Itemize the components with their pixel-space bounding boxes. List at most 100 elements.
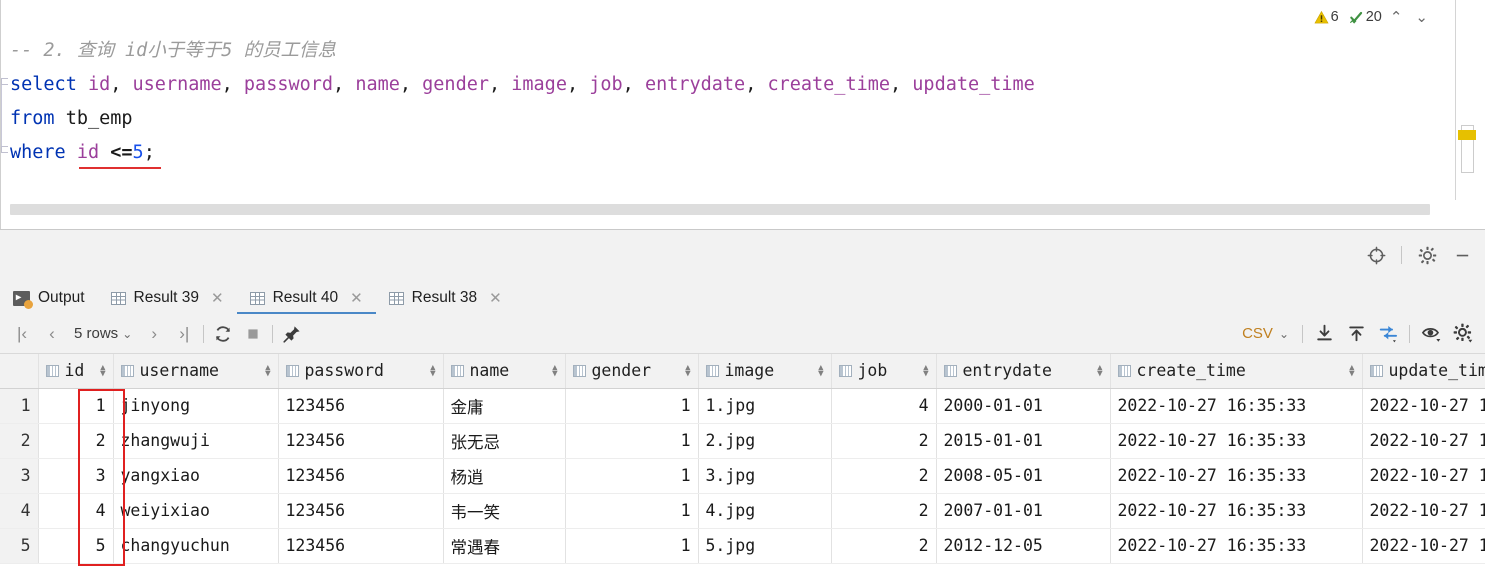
cell-gender[interactable]: 1 bbox=[565, 388, 699, 424]
column-header-password[interactable]: password ▲ ▼ bbox=[278, 354, 444, 389]
cell-job[interactable]: 2 bbox=[831, 493, 937, 529]
column-header-job[interactable]: job ▲ ▼ bbox=[831, 354, 937, 389]
column-header-id[interactable]: id ▲ ▼ bbox=[38, 354, 114, 389]
table-row[interactable]: 3 3 yangxiao 123456 杨逍 1 3.jpg 2 2008-05-01 2022-… bbox=[0, 458, 1485, 494]
cell-entrydate[interactable]: 2015-01-01 bbox=[936, 423, 1111, 459]
result-grid-container[interactable]: id ▲ ▼ username ▲ ▼ password ▲ ▼ name ▲ ▼ gender ▲ ▼ im… bbox=[0, 354, 1485, 566]
cell-gender[interactable]: 1 bbox=[565, 458, 699, 494]
table-row[interactable]: 2 2 zhangwuji 123456 张无忌 1 2.jpg 2 2015-01-01 202… bbox=[0, 423, 1485, 459]
cell-entrydate[interactable]: 2012-12-05 bbox=[936, 528, 1111, 564]
code-line[interactable]: from tb_emp bbox=[10, 102, 1440, 136]
cell-password[interactable]: 123456 bbox=[278, 458, 444, 494]
cell-password[interactable]: 123456 bbox=[278, 528, 444, 564]
sort-toggle-icon[interactable]: ▲ ▼ bbox=[430, 363, 435, 378]
result-toolbar[interactable]: |‹ ‹ 5 rows ⌄ › ›| CSV ⌄ bbox=[0, 314, 1485, 354]
cell-update_time[interactable]: 2022-10-27 16:35:33 bbox=[1362, 493, 1485, 529]
cell-update_time[interactable]: 2022-10-27 16:35:33 bbox=[1362, 423, 1485, 459]
sort-toggle-icon[interactable]: ▲ ▼ bbox=[552, 363, 557, 378]
cell-gender[interactable]: 1 bbox=[565, 493, 699, 529]
pin-tab-icon[interactable] bbox=[278, 320, 306, 348]
code-line[interactable]: select id, username, password, name, gen… bbox=[10, 68, 1440, 102]
cell-create_time[interactable]: 2022-10-27 16:35:33 bbox=[1110, 458, 1363, 494]
cell-gender[interactable]: 1 bbox=[565, 528, 699, 564]
locate-data-source-icon[interactable] bbox=[1363, 242, 1389, 268]
sort-toggle-icon[interactable]: ▲ ▼ bbox=[818, 363, 823, 378]
chevron-down-icon[interactable]: ⌄ bbox=[1410, 8, 1433, 26]
column-header-update_time[interactable]: update_time▲▼ bbox=[1362, 354, 1485, 389]
cell-password[interactable]: 123456 bbox=[278, 423, 444, 459]
column-header-entrydate[interactable]: entrydate ▲ ▼ bbox=[936, 354, 1111, 389]
export-format-selector[interactable]: CSV ⌄ bbox=[1236, 325, 1295, 342]
result-tab-strip[interactable]: ▸ Output Result 39 ✕ Result 40 ✕ Result 38 ✕ bbox=[0, 282, 1485, 314]
cell-update_time[interactable]: 2022-10-27 16:35:33 bbox=[1362, 528, 1485, 564]
row-count-label[interactable]: 5 rows ⌄ bbox=[68, 325, 138, 342]
sort-toggle-icon[interactable]: ▲ ▼ bbox=[685, 363, 690, 378]
cell-entrydate[interactable]: 2007-01-01 bbox=[936, 493, 1111, 529]
cell-name[interactable]: 韦一笑 bbox=[443, 493, 566, 529]
view-options-icon[interactable] bbox=[1417, 320, 1445, 348]
editor-gutter[interactable] bbox=[1, 0, 9, 200]
sql-code-area[interactable]: -- 2. 查询 id小于等于5 的员工信息 select id, usernam… bbox=[10, 0, 1440, 200]
cell-image[interactable]: 5.jpg bbox=[698, 528, 832, 564]
first-page-button[interactable]: |‹ bbox=[8, 320, 36, 348]
warning-badge[interactable]: 6 bbox=[1314, 9, 1339, 25]
table-row[interactable]: 1 1 jinyong 123456 金庸 1 1.jpg 4 2000-01-01 2022-1… bbox=[0, 388, 1485, 424]
import-data-icon[interactable] bbox=[1342, 320, 1370, 348]
cell-image[interactable]: 3.jpg bbox=[698, 458, 832, 494]
cell-job[interactable]: 2 bbox=[831, 458, 937, 494]
sort-toggle-icon[interactable]: ▲ ▼ bbox=[1349, 363, 1354, 378]
refresh-icon[interactable] bbox=[209, 320, 237, 348]
cell-update_time[interactable]: 2022-10-27 16:35:33 bbox=[1362, 458, 1485, 494]
column-header-name[interactable]: name ▲ ▼ bbox=[443, 354, 566, 389]
chevron-up-icon[interactable]: ⌃ bbox=[1385, 8, 1408, 26]
editor-horizontal-scrollbar[interactable] bbox=[10, 204, 1430, 215]
sort-toggle-icon[interactable]: ▲ ▼ bbox=[100, 363, 105, 378]
table-row[interactable]: 4 4 weiyixiao 123456 韦一笑 1 4.jpg 2 2007-01-01 202… bbox=[0, 493, 1485, 529]
result-tab-result-40[interactable]: Result 40 ✕ bbox=[236, 282, 376, 314]
last-page-button[interactable]: ›| bbox=[170, 320, 198, 348]
chevron-down-icon[interactable]: ⌄ bbox=[122, 327, 132, 341]
cell-name[interactable]: 杨逍 bbox=[443, 458, 566, 494]
cell-entrydate[interactable]: 2000-01-01 bbox=[936, 388, 1111, 424]
export-data-icon[interactable] bbox=[1310, 320, 1338, 348]
scrollbar-warning-marker[interactable] bbox=[1458, 130, 1476, 140]
cell-password[interactable]: 123456 bbox=[278, 493, 444, 529]
cell-username[interactable]: changyuchun bbox=[113, 528, 279, 564]
result-tab-result-38[interactable]: Result 38 ✕ bbox=[376, 282, 515, 314]
cell-id[interactable]: 3 bbox=[38, 458, 114, 494]
cell-username[interactable]: zhangwuji bbox=[113, 423, 279, 459]
chevron-down-icon[interactable]: ⌄ bbox=[1279, 327, 1289, 341]
cell-image[interactable]: 1.jpg bbox=[698, 388, 832, 424]
result-tab-output[interactable]: ▸ Output bbox=[0, 282, 98, 314]
cell-id[interactable]: 2 bbox=[38, 423, 114, 459]
cell-id[interactable]: 1 bbox=[38, 388, 114, 424]
column-header-username[interactable]: username ▲ ▼ bbox=[113, 354, 279, 389]
sql-editor-pane[interactable]: -- 2. 查询 id小于等于5 的员工信息 select id, usernam… bbox=[0, 0, 1485, 230]
cell-username[interactable]: weiyixiao bbox=[113, 493, 279, 529]
sort-toggle-icon[interactable]: ▲ ▼ bbox=[923, 363, 928, 378]
cell-image[interactable]: 4.jpg bbox=[698, 493, 832, 529]
cell-name[interactable]: 常遇春 bbox=[443, 528, 566, 564]
stop-icon[interactable] bbox=[239, 320, 267, 348]
sort-toggle-icon[interactable]: ▲ ▼ bbox=[265, 363, 270, 378]
table-row[interactable]: 5 5 changyuchun 123456 常遇春 1 5.jpg 2 2012-12-05 2… bbox=[0, 528, 1485, 564]
code-fold-marker-select[interactable] bbox=[1, 78, 8, 85]
cell-create_time[interactable]: 2022-10-27 16:35:33 bbox=[1110, 423, 1363, 459]
pagination-group[interactable]: |‹ ‹ 5 rows ⌄ › ›| bbox=[0, 320, 306, 348]
settings-gear-icon[interactable] bbox=[1414, 242, 1440, 268]
inspection-widget[interactable]: 6 20 ⌃ ⌄ bbox=[1314, 8, 1433, 26]
cell-create_time[interactable]: 2022-10-27 16:35:33 bbox=[1110, 493, 1363, 529]
table-body[interactable]: 1 1 jinyong 123456 金庸 1 1.jpg 4 2000-01-01 2022-1… bbox=[0, 388, 1485, 564]
result-table[interactable]: id ▲ ▼ username ▲ ▼ password ▲ ▼ name ▲ ▼ gender ▲ ▼ im… bbox=[0, 354, 1485, 564]
cell-id[interactable]: 4 bbox=[38, 493, 114, 529]
column-header-create_time[interactable]: create_time ▲ ▼ bbox=[1110, 354, 1363, 389]
cell-username[interactable]: jinyong bbox=[113, 388, 279, 424]
cell-create_time[interactable]: 2022-10-27 16:35:33 bbox=[1110, 388, 1363, 424]
cell-gender[interactable]: 1 bbox=[565, 423, 699, 459]
close-icon[interactable]: ✕ bbox=[489, 289, 502, 307]
cell-name[interactable]: 金庸 bbox=[443, 388, 566, 424]
sort-toggle-icon[interactable]: ▲ ▼ bbox=[1097, 363, 1102, 378]
cell-username[interactable]: yangxiao bbox=[113, 458, 279, 494]
next-page-button[interactable]: › bbox=[140, 320, 168, 348]
editor-vertical-scrollbar[interactable] bbox=[1455, 0, 1485, 200]
